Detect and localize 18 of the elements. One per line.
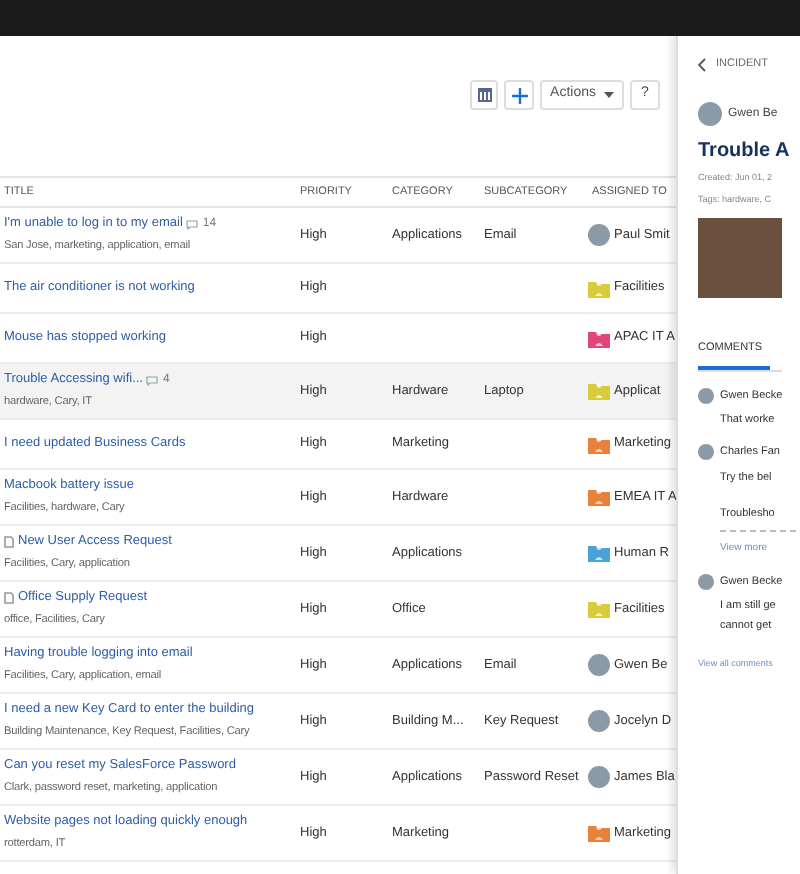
avatar (588, 224, 610, 246)
plus-icon (511, 87, 528, 103)
back-chevron-icon[interactable] (698, 57, 706, 71)
photo-placeholder (698, 217, 782, 297)
table-icon (477, 88, 492, 102)
avatar (588, 766, 610, 788)
avatar (698, 444, 714, 461)
avatar (698, 573, 714, 590)
avatar (698, 387, 714, 404)
comment-icon (146, 375, 159, 386)
caret-icon (604, 92, 614, 98)
avatar (588, 654, 610, 676)
comment-icon (186, 219, 199, 230)
table-view-button[interactable] (470, 80, 499, 110)
avatar (588, 710, 610, 732)
avatar (698, 102, 722, 126)
incident-heading: Trouble A (698, 138, 792, 166)
add-button[interactable] (504, 80, 535, 110)
